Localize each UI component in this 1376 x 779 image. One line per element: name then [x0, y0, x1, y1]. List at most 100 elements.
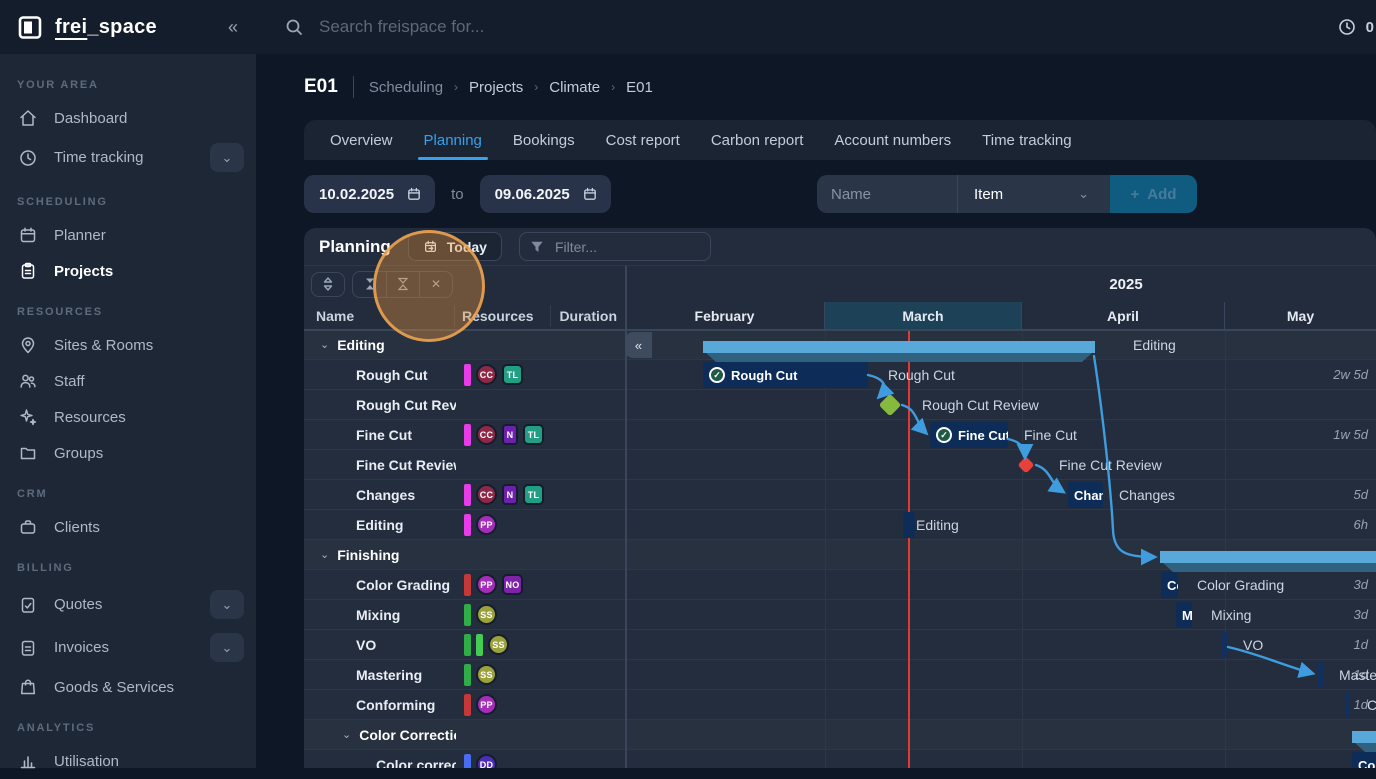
resource-badge[interactable]: N — [502, 424, 518, 445]
row-resources: PP — [464, 510, 497, 539]
tab-overview[interactable]: Overview — [330, 120, 393, 160]
sidebar-item-label: Resources — [54, 409, 126, 426]
gantt-milestone[interactable] — [1018, 457, 1035, 474]
sidebar-item-sites-rooms[interactable]: Sites & Rooms — [0, 327, 256, 363]
search-input[interactable] — [317, 16, 741, 38]
breadcrumb-item-climate[interactable]: Climate — [549, 79, 600, 96]
filter-input[interactable] — [553, 238, 697, 256]
gantt-task-bar[interactable] — [1345, 692, 1350, 718]
month-header-february: February — [625, 302, 825, 330]
gantt-task-bar[interactable]: ✓Rough Cut — [703, 362, 868, 388]
sidebar-collapse-icon[interactable]: « — [228, 17, 238, 38]
resource-badge[interactable]: TL — [502, 364, 523, 385]
sidebar-nav: YOUR AREADashboardTime tracking⌄SCHEDULI… — [0, 62, 256, 779]
sidebar-item-dashboard[interactable]: Dashboard — [0, 100, 256, 136]
chevron-down-icon[interactable]: ⌄ — [320, 338, 329, 351]
chevron-down-icon[interactable]: ⌄ — [210, 590, 244, 619]
sidebar-item-planner[interactable]: Planner — [0, 217, 256, 253]
item-type-select[interactable]: Item ⌄ — [957, 175, 1110, 213]
sidebar-item-groups[interactable]: Groups — [0, 435, 256, 471]
date-to-field[interactable]: 09.06.2025 — [480, 175, 611, 213]
gantt-task-bar[interactable] — [903, 512, 915, 538]
sidebar-item-clients[interactable]: Clients — [0, 509, 256, 545]
tab-account-numbers[interactable]: Account numbers — [834, 120, 951, 160]
brand: frei_space « — [0, 15, 256, 40]
calendar-icon — [582, 186, 598, 202]
sidebar-item-quotes[interactable]: Quotes⌄ — [0, 583, 256, 626]
capacity-bar — [464, 754, 471, 769]
resource-badge[interactable]: TL — [523, 484, 544, 505]
row-resources: DD — [464, 750, 497, 768]
gantt-milestone[interactable] — [879, 394, 902, 417]
gantt-task-bar[interactable] — [1222, 632, 1227, 658]
row-name-cell: Rough Cut — [304, 360, 456, 389]
resource-badge[interactable]: NO — [502, 574, 523, 595]
close-button[interactable]: ✕ — [419, 272, 452, 297]
resource-badge[interactable]: SS — [476, 664, 497, 685]
history-clock-icon[interactable] — [1337, 17, 1357, 37]
row-name: Rough Cut Review — [356, 397, 456, 413]
date-from-field[interactable]: 10.02.2025 — [304, 175, 435, 213]
unfold-rows-button[interactable] — [311, 272, 345, 297]
item-name-input[interactable] — [817, 175, 957, 213]
tab-bookings[interactable]: Bookings — [513, 120, 575, 160]
tab-planning[interactable]: Planning — [424, 120, 482, 160]
row-name-cell: Mixing — [304, 600, 456, 629]
today-button[interactable]: Today — [408, 232, 502, 261]
clock-icon — [17, 147, 39, 169]
resource-badge[interactable]: CC — [476, 484, 497, 505]
chevron-down-icon[interactable]: ⌄ — [210, 143, 244, 172]
gantt-summary-bar[interactable] — [1160, 551, 1376, 563]
add-button[interactable]: + Add — [1110, 175, 1197, 213]
resource-badge[interactable]: PP — [476, 514, 497, 535]
row-name: Editing — [337, 337, 384, 353]
column-header-duration: Duration — [559, 302, 617, 330]
gantt-summary-bar[interactable] — [1352, 731, 1376, 743]
resource-badge[interactable]: CC — [476, 364, 497, 385]
sidebar-item-invoices[interactable]: Invoices⌄ — [0, 626, 256, 669]
expand-all-button[interactable] — [386, 272, 419, 297]
gantt-task-bar[interactable]: Mixing — [1176, 602, 1192, 628]
tab-carbon-report[interactable]: Carbon report — [711, 120, 804, 160]
gantt-task-bar[interactable] — [1318, 662, 1323, 688]
tab-time-tracking[interactable]: Time tracking — [982, 120, 1071, 160]
sidebar-item-projects[interactable]: Projects — [0, 253, 256, 289]
resource-badge[interactable]: DD — [476, 754, 497, 768]
chevron-down-icon[interactable]: ⌄ — [320, 548, 329, 561]
breadcrumb: Scheduling›Projects›Climate›E01 — [369, 79, 653, 96]
resource-badge[interactable]: N — [502, 484, 518, 505]
gantt-bar-label: Fine Cut — [1024, 425, 1077, 445]
chevron-down-icon[interactable]: ⌄ — [210, 633, 244, 662]
breadcrumb-item-scheduling[interactable]: Scheduling — [369, 79, 443, 96]
collapse-all-button[interactable] — [353, 272, 386, 297]
resource-badge[interactable]: SS — [476, 604, 497, 625]
chevron-down-icon[interactable]: ⌄ — [342, 728, 351, 741]
breadcrumb-item-e01[interactable]: E01 — [626, 79, 653, 96]
sidebar-item-goods-services[interactable]: Goods & Services — [0, 669, 256, 705]
row-name-cell: Fine Cut — [304, 420, 456, 449]
gantt-summary-bar[interactable] — [703, 341, 1095, 353]
resource-badge[interactable]: PP — [476, 574, 497, 595]
resource-badge[interactable]: CC — [476, 424, 497, 445]
sidebar-section-label: ANALYTICS — [0, 705, 256, 743]
resource-badge[interactable]: SS — [488, 634, 509, 655]
dependency-arrow — [1228, 647, 1311, 673]
gantt-task-bar[interactable]: Color correction — [1352, 752, 1376, 768]
sidebar-item-resources[interactable]: Resources — [0, 399, 256, 435]
gantt-task-bar[interactable]: Color Grading — [1161, 572, 1178, 598]
home-icon — [17, 107, 39, 129]
collapse-table-button[interactable]: « — [625, 332, 652, 358]
sidebar-item-staff[interactable]: Staff — [0, 363, 256, 399]
tab-cost-report[interactable]: Cost report — [606, 120, 680, 160]
project-code: E01 — [304, 76, 338, 98]
resource-badge[interactable]: PP — [476, 694, 497, 715]
row-resources: CCNTL — [464, 480, 544, 509]
resource-badge[interactable]: TL — [523, 424, 544, 445]
sidebar-item-utilisation[interactable]: Utilisation — [0, 743, 256, 779]
gantt-task-bar[interactable]: ✓Fine Cut — [930, 422, 1008, 448]
gantt-task-bar[interactable]: Changes — [1068, 482, 1103, 508]
capacity-bar — [464, 574, 471, 596]
sidebar-item-time-tracking[interactable]: Time tracking⌄ — [0, 136, 256, 179]
row-resources: SS — [464, 600, 497, 629]
breadcrumb-item-projects[interactable]: Projects — [469, 79, 523, 96]
